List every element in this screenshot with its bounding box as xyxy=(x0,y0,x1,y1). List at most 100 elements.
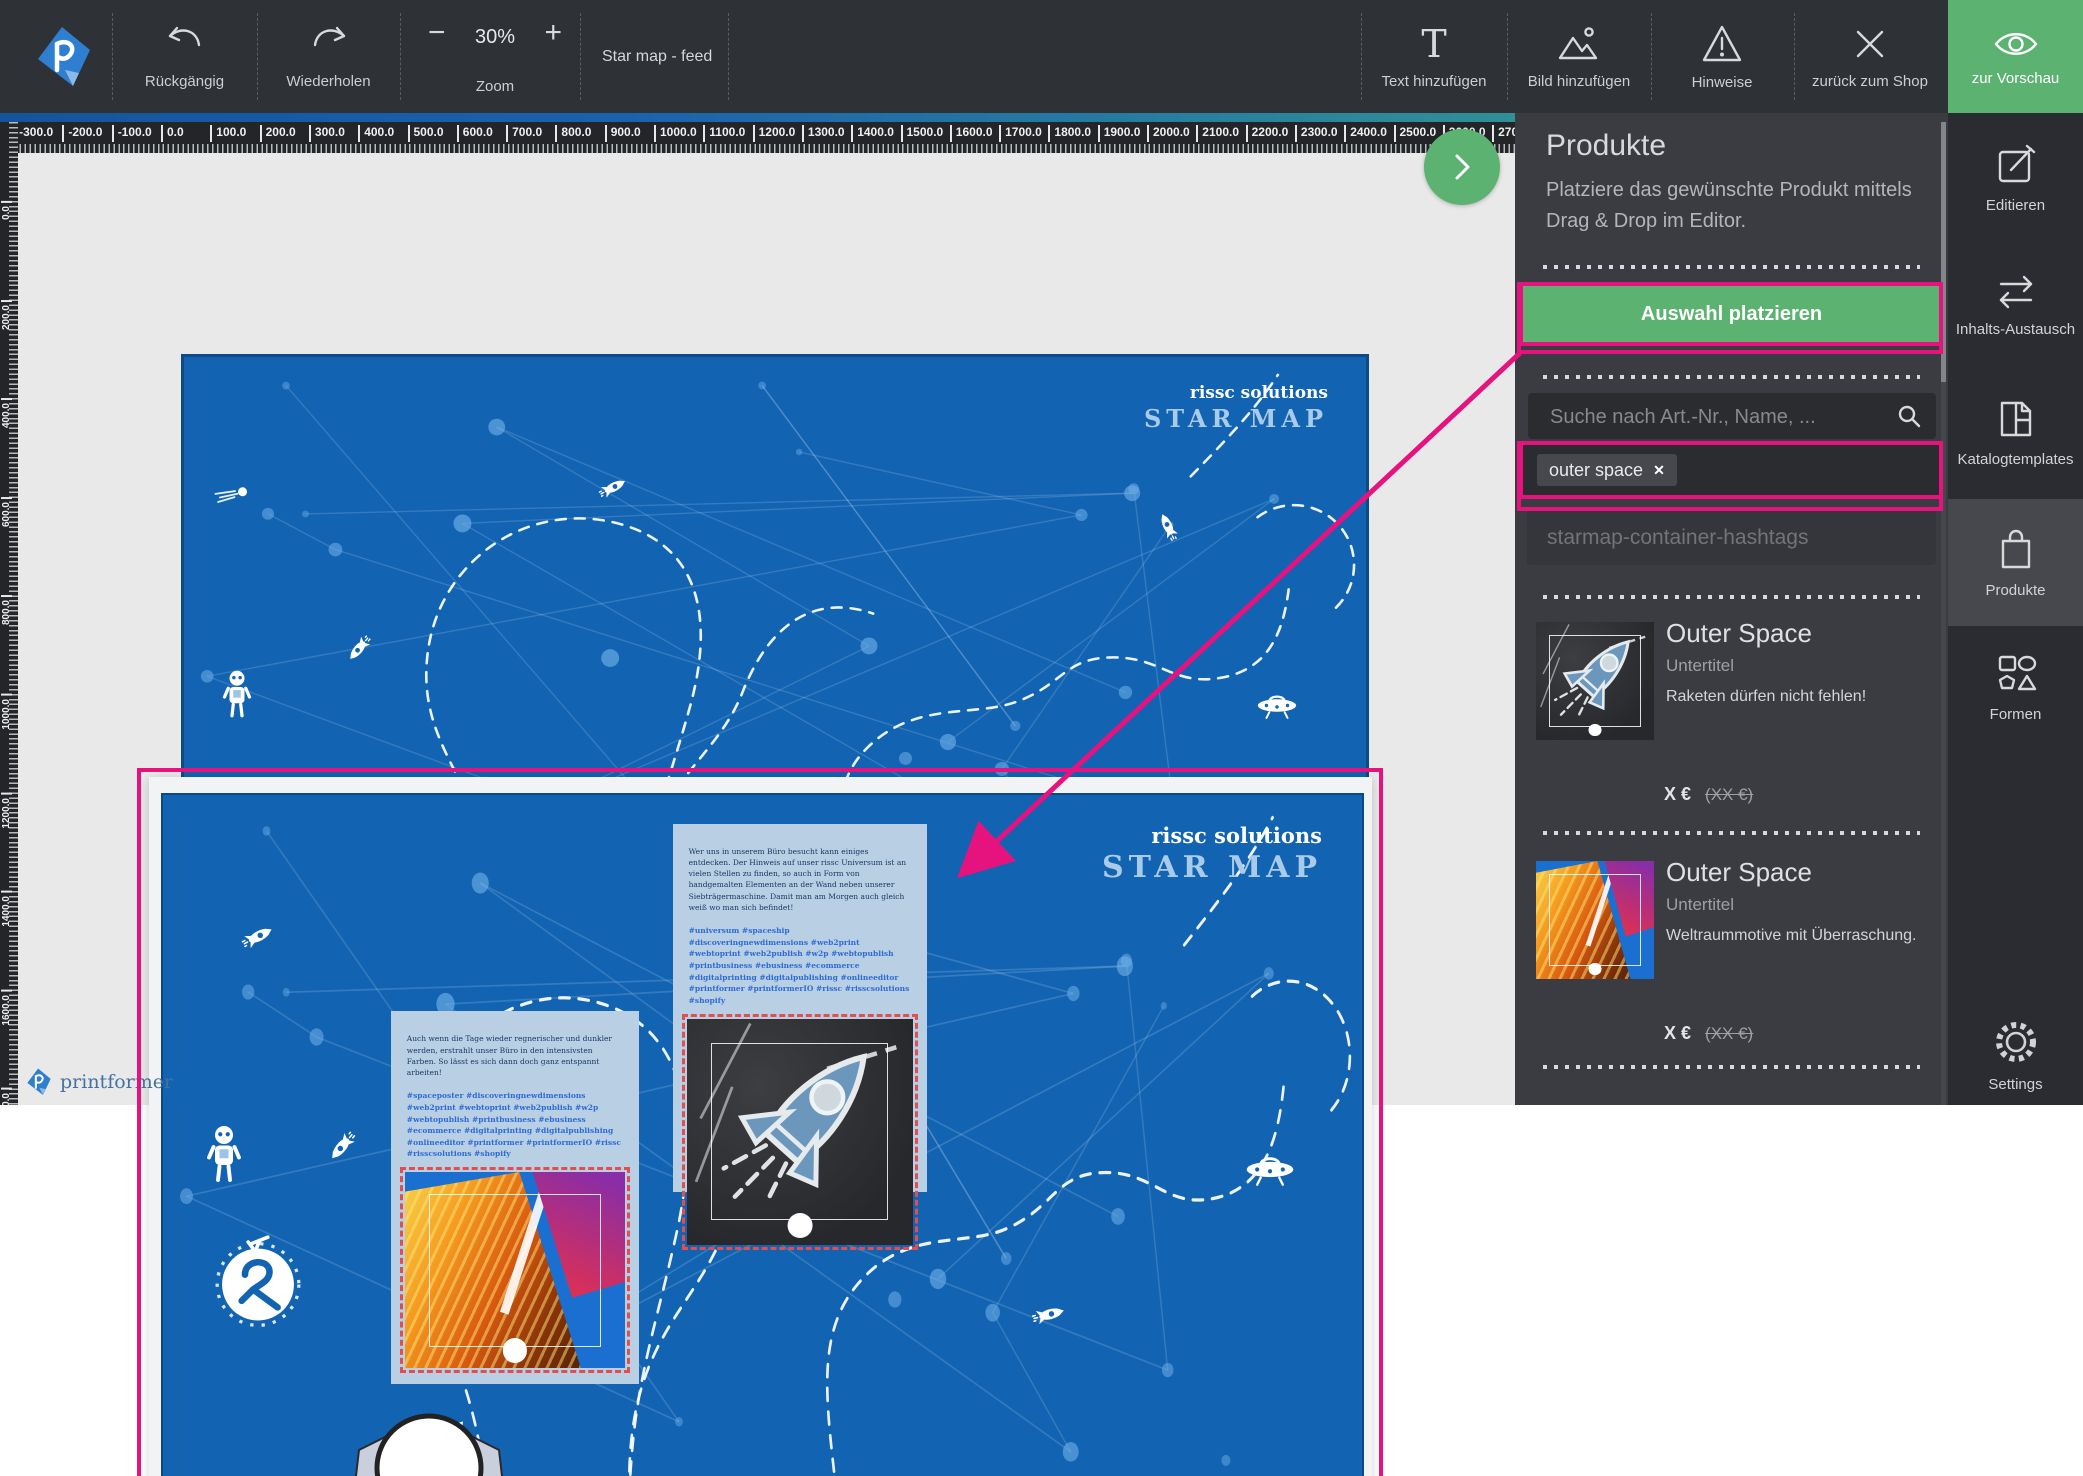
sidebar-item-inhalts-austausch[interactable]: Inhalts-Austausch xyxy=(1948,245,2083,365)
poster-brand-line2: STAR MAP xyxy=(1144,404,1328,434)
annotation-box-button: Auswahl platzieren xyxy=(1519,282,1944,346)
product-title: Outer Space xyxy=(1666,618,1812,649)
product-thumbnail xyxy=(1536,622,1654,740)
tools-sidebar: Editieren Inhalts-Austausch Katalogtempl… xyxy=(1948,113,2083,1105)
undo-label: Rückgängig xyxy=(145,73,224,90)
panel-title: Produkte xyxy=(1546,129,1666,163)
placed-product-image-rocket xyxy=(687,1019,913,1245)
block-paragraph: Wer uns in unserem Büro besucht kann ein… xyxy=(689,846,911,914)
toolbar-separator xyxy=(728,13,729,100)
toolbar-separator xyxy=(1794,13,1795,100)
zoom-label: Zoom xyxy=(420,78,570,95)
ufo-icon xyxy=(1254,691,1300,720)
toolbar-separator xyxy=(112,13,113,100)
app-logo[interactable] xyxy=(22,0,106,113)
add-text-button[interactable]: T Text hinzufügen xyxy=(1368,0,1500,113)
redo-icon xyxy=(307,24,351,64)
shopping-bag-icon xyxy=(1993,527,2039,573)
filter-chip[interactable]: outer space ✕ xyxy=(1537,454,1677,486)
sidebar-item-label: Katalogtemplates xyxy=(1958,451,2074,468)
shapes-icon xyxy=(1993,651,2039,697)
edit-icon xyxy=(1993,142,2039,188)
product-card[interactable]: Outer Space Untertitel Weltraummotive mi… xyxy=(1515,857,1948,1072)
product-old-price: (XX €) xyxy=(1705,1024,1753,1043)
collapse-panel-button[interactable] xyxy=(1424,129,1500,205)
add-image-label: Bild hinzufügen xyxy=(1528,73,1631,90)
printformer-wordmark: printformer xyxy=(26,1068,173,1096)
poster-brand-line1: rissc solutions xyxy=(1144,383,1328,404)
sidebar-item-produkte[interactable]: Produkte xyxy=(1948,499,2083,626)
add-image-button[interactable]: Bild hinzufügen xyxy=(1513,0,1645,113)
sidebar-item-editieren[interactable]: Editieren xyxy=(1948,118,2083,238)
chip-label: outer space xyxy=(1549,460,1643,481)
dotted-separator xyxy=(1543,375,1920,379)
poster-brand-line2: STAR MAP xyxy=(1102,849,1322,887)
toolbar-separator xyxy=(1361,13,1362,100)
product-thumbnail xyxy=(1536,861,1654,979)
toolbar-separator xyxy=(1651,13,1652,100)
planet-logo xyxy=(209,1229,307,1327)
product-card[interactable]: Outer Space Untertitel Raketen dürfen ni… xyxy=(1515,618,1948,833)
ufo-icon xyxy=(1242,1152,1298,1187)
product-subtitle: Untertitel xyxy=(1666,895,1734,915)
block-hashtags: #universum #spaceship #discoveringnewdim… xyxy=(689,925,911,1006)
product-description: Weltraummotive mit Überraschung. xyxy=(1666,927,1916,945)
dotted-separator xyxy=(1543,1065,1920,1069)
block-hashtags: #spaceposter #discoveringnewdimensions #… xyxy=(407,1090,623,1160)
wordmark-text: printformer xyxy=(60,1071,173,1093)
product-old-price: (XX €) xyxy=(1705,785,1753,804)
text-icon: T xyxy=(1412,24,1456,64)
sidebar-item-formen[interactable]: Formen xyxy=(1948,627,2083,747)
redo-button[interactable]: Wiederholen xyxy=(266,0,391,113)
zoom-control: − 30% + Zoom xyxy=(420,0,570,113)
astronaut-figure xyxy=(319,1390,539,1476)
chevron-right-icon xyxy=(1447,150,1477,184)
product-subtitle: Untertitel xyxy=(1666,656,1734,676)
undo-button[interactable]: Rückgängig xyxy=(122,0,247,113)
design-page-2: rissc solutions STAR MAP Wer uns in unse… xyxy=(161,793,1364,1476)
document-title: Star map - feed xyxy=(602,0,712,113)
search-input[interactable] xyxy=(1548,393,1882,441)
back-to-shop-label: zurück zum Shop xyxy=(1812,73,1928,90)
dotted-separator xyxy=(1543,265,1920,269)
sidebar-item-settings[interactable]: Settings xyxy=(1948,995,2083,1115)
panel-scrollbar[interactable] xyxy=(1941,122,1946,1105)
sidebar-item-label: Settings xyxy=(1988,1076,2042,1093)
place-selection-button[interactable]: Auswahl platzieren xyxy=(1523,286,1940,342)
toolbar-separator xyxy=(257,13,258,100)
hashtag-block-1: Wer uns in unserem Büro besucht kann ein… xyxy=(673,824,927,1192)
sidebar-item-katalogtemplates[interactable]: Katalogtemplates xyxy=(1948,372,2083,492)
poster-brand: rissc solutions STAR MAP xyxy=(1102,823,1322,887)
zoom-in-button[interactable]: + xyxy=(544,18,562,48)
products-panel: Produkte Platziere das gewünschte Produk… xyxy=(1515,113,1948,1105)
printformer-logo-icon xyxy=(26,1068,52,1096)
sidebar-item-label: Editieren xyxy=(1986,197,2045,214)
add-text-label: Text hinzufügen xyxy=(1381,73,1486,90)
top-toolbar: Rückgängig Wiederholen − 30% + Zoom Star… xyxy=(0,0,2083,113)
svg-text:T: T xyxy=(1421,24,1446,64)
preview-label: zur Vorschau xyxy=(1972,70,2060,87)
dotted-separator xyxy=(1543,831,1920,835)
sidebar-item-label: Produkte xyxy=(1985,582,2045,599)
placed-product-image-collage xyxy=(405,1172,625,1368)
dotted-separator xyxy=(1543,595,1920,599)
undo-icon xyxy=(163,24,207,64)
preview-button[interactable]: zur Vorschau xyxy=(1948,0,2083,113)
gear-icon xyxy=(1991,1017,2041,1067)
tag-filter-field[interactable]: outer space ✕ xyxy=(1523,445,1940,495)
toolbar-separator xyxy=(1507,13,1508,100)
search-icon[interactable] xyxy=(1896,403,1922,429)
chip-remove-icon[interactable]: ✕ xyxy=(1653,462,1665,479)
hints-button[interactable]: Hinweise xyxy=(1657,0,1787,113)
poster-brand-line1: rissc solutions xyxy=(1102,823,1322,849)
sidebar-item-label: Inhalts-Austausch xyxy=(1956,321,2075,338)
hints-label: Hinweise xyxy=(1692,74,1753,91)
back-to-shop-button[interactable]: zurück zum Shop xyxy=(1800,0,1940,113)
product-price: X €(XX €) xyxy=(1664,1023,1753,1044)
product-search xyxy=(1528,393,1936,439)
poster-brand: rissc solutions STAR MAP xyxy=(1144,383,1328,434)
product-description: Raketen dürfen nicht fehlen! xyxy=(1666,688,1866,706)
block-paragraph: Auch wenn die Tage wieder regnerischer u… xyxy=(407,1033,623,1078)
hashtag-container-field[interactable]: starmap-container-hashtags xyxy=(1527,511,1936,565)
product-price: X €(XX €) xyxy=(1664,784,1753,805)
